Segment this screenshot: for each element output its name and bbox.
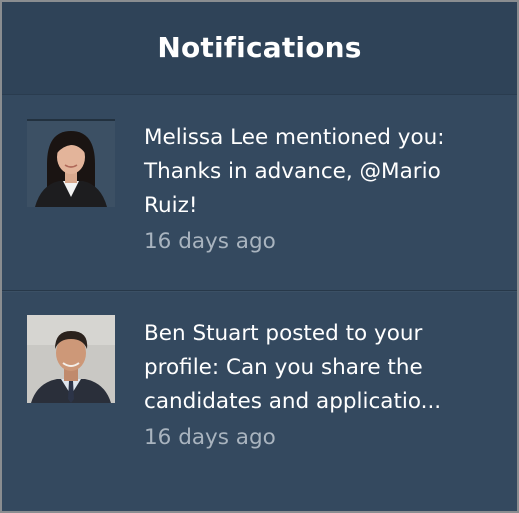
notification-message-line: profile: Can you share the [144,355,423,380]
avatar [27,315,115,403]
avatar [27,119,115,207]
notifications-panel: Notifications Melissa Lee mentioned you:… [0,0,519,513]
notification-message-line: Melissa Lee mentioned you: [144,125,445,150]
notification-timestamp: 16 days ago [144,229,276,254]
notification-message-line: Ruiz! [144,193,198,218]
notification-item[interactable]: Ben Stuart posted to your profile: Can y… [2,291,517,486]
notification-message-line: Ben Stuart posted to your [144,321,423,346]
man-avatar-icon [27,315,115,403]
notification-content: Ben Stuart posted to your profile: Can y… [144,317,495,455]
notification-message-line: Thanks in advance, @Mario [144,159,441,184]
notifications-header: Notifications [2,2,517,95]
woman-avatar-icon [27,119,115,207]
notification-message-line: candidates and applicatio... [144,389,442,414]
notifications-title: Notifications [157,30,362,64]
notification-item[interactable]: Melissa Lee mentioned you: Thanks in adv… [2,95,517,291]
notification-content: Melissa Lee mentioned you: Thanks in adv… [144,121,495,259]
notification-timestamp: 16 days ago [144,425,276,450]
